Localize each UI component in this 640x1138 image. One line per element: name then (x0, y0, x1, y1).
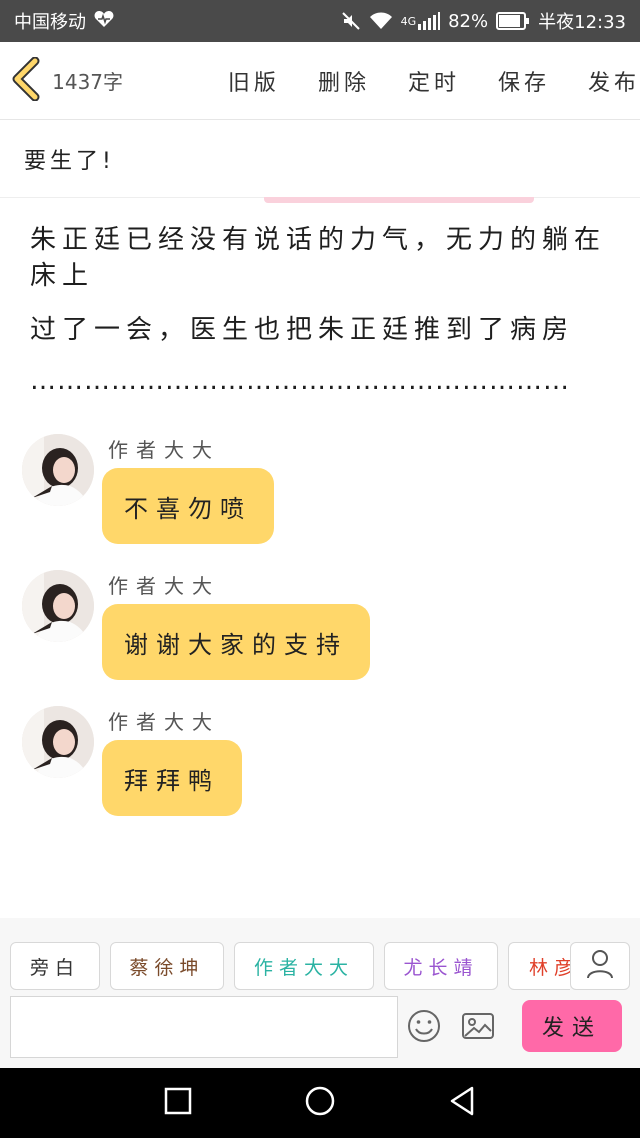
carrier-label: 中国移动 (14, 12, 86, 33)
clock: 半夜12:33 (538, 12, 626, 33)
story-paragraph: 朱正廷已经没有说话的力气，无力的躺在床上 (30, 225, 607, 291)
message-author: 作者大大 (108, 574, 220, 598)
battery-icon (496, 12, 530, 30)
role-chip-cai-xukun[interactable]: 蔡徐坤 (110, 942, 224, 990)
mute-icon (341, 11, 361, 31)
message-author: 作者大大 (108, 438, 220, 462)
system-nav-bar (0, 1068, 640, 1138)
word-count: 1437字 (52, 70, 124, 94)
role-chip-you-changjing[interactable]: 尤长靖 (384, 942, 498, 990)
emoji-icon[interactable] (406, 1008, 442, 1044)
avatar (22, 706, 94, 778)
schedule-button[interactable]: 定时 (408, 65, 460, 97)
old-version-button[interactable]: 旧版 (228, 65, 280, 97)
role-chip-list: 旁白 蔡徐坤 作者大大 尤长靖 林彦俊 (10, 942, 570, 990)
message-bubble: 拜拜鸭 (102, 740, 242, 816)
status-bar: 中国移动 4G 82% 半夜12:33 (0, 0, 640, 42)
scroll-indicator (264, 197, 534, 203)
back-button[interactable] (0, 42, 52, 120)
home-button[interactable] (249, 1068, 391, 1138)
wifi-icon (369, 11, 393, 31)
chat-message[interactable]: 作者大大 谢谢大家的支持 (22, 570, 622, 690)
chat-message[interactable]: 作者大大 不喜勿喷 (22, 434, 622, 554)
story-paragraph: 过了一会，医生也把朱正廷推到了病房 (30, 315, 575, 345)
message-bubble: 谢谢大家的支持 (102, 604, 370, 680)
story-ellipsis: …………………………………………………… (30, 366, 570, 396)
delete-button[interactable]: 删除 (318, 65, 370, 97)
avatar (22, 570, 94, 642)
role-chip-author[interactable]: 作者大大 (234, 942, 374, 990)
back-nav-button[interactable] (391, 1068, 533, 1138)
message-author: 作者大大 (108, 710, 220, 734)
recent-apps-button[interactable] (107, 1068, 249, 1138)
network-type-label: 4G (400, 14, 417, 28)
message-input[interactable] (10, 996, 398, 1058)
back-chevron-icon (11, 56, 41, 105)
compose-bar: 旁白 蔡徐坤 作者大大 尤长靖 林彦俊 发送 (0, 918, 640, 1068)
role-chip-narrator[interactable]: 旁白 (10, 942, 100, 990)
add-role-button[interactable] (570, 942, 630, 990)
signal-icon (418, 12, 441, 30)
header-actions: 旧版 删除 定时 保存 发布 (228, 65, 640, 97)
save-button[interactable]: 保存 (498, 65, 550, 97)
triangle-back-icon (448, 1086, 476, 1120)
message-bubble: 不喜勿喷 (102, 468, 274, 544)
publish-button[interactable]: 发布 (588, 65, 640, 97)
heart-icon (94, 10, 114, 33)
chapter-title[interactable]: 要生了! (0, 120, 640, 198)
role-chip-lin-yanjun[interactable]: 林彦俊 (508, 942, 570, 990)
battery-percent: 82% (448, 10, 489, 32)
send-button[interactable]: 发送 (522, 1000, 622, 1052)
circle-icon (304, 1085, 336, 1121)
image-icon[interactable] (460, 1008, 496, 1044)
editor-header: 1437字 旧版 删除 定时 保存 发布 (0, 42, 640, 120)
story-body: 朱正廷已经没有说话的力气，无力的躺在床上 过了一会，医生也把朱正廷推到了病房 …… (30, 222, 615, 396)
square-icon (164, 1087, 192, 1119)
person-icon (586, 949, 614, 983)
avatar (22, 434, 94, 506)
chat-message[interactable]: 作者大大 拜拜鸭 (22, 706, 622, 826)
